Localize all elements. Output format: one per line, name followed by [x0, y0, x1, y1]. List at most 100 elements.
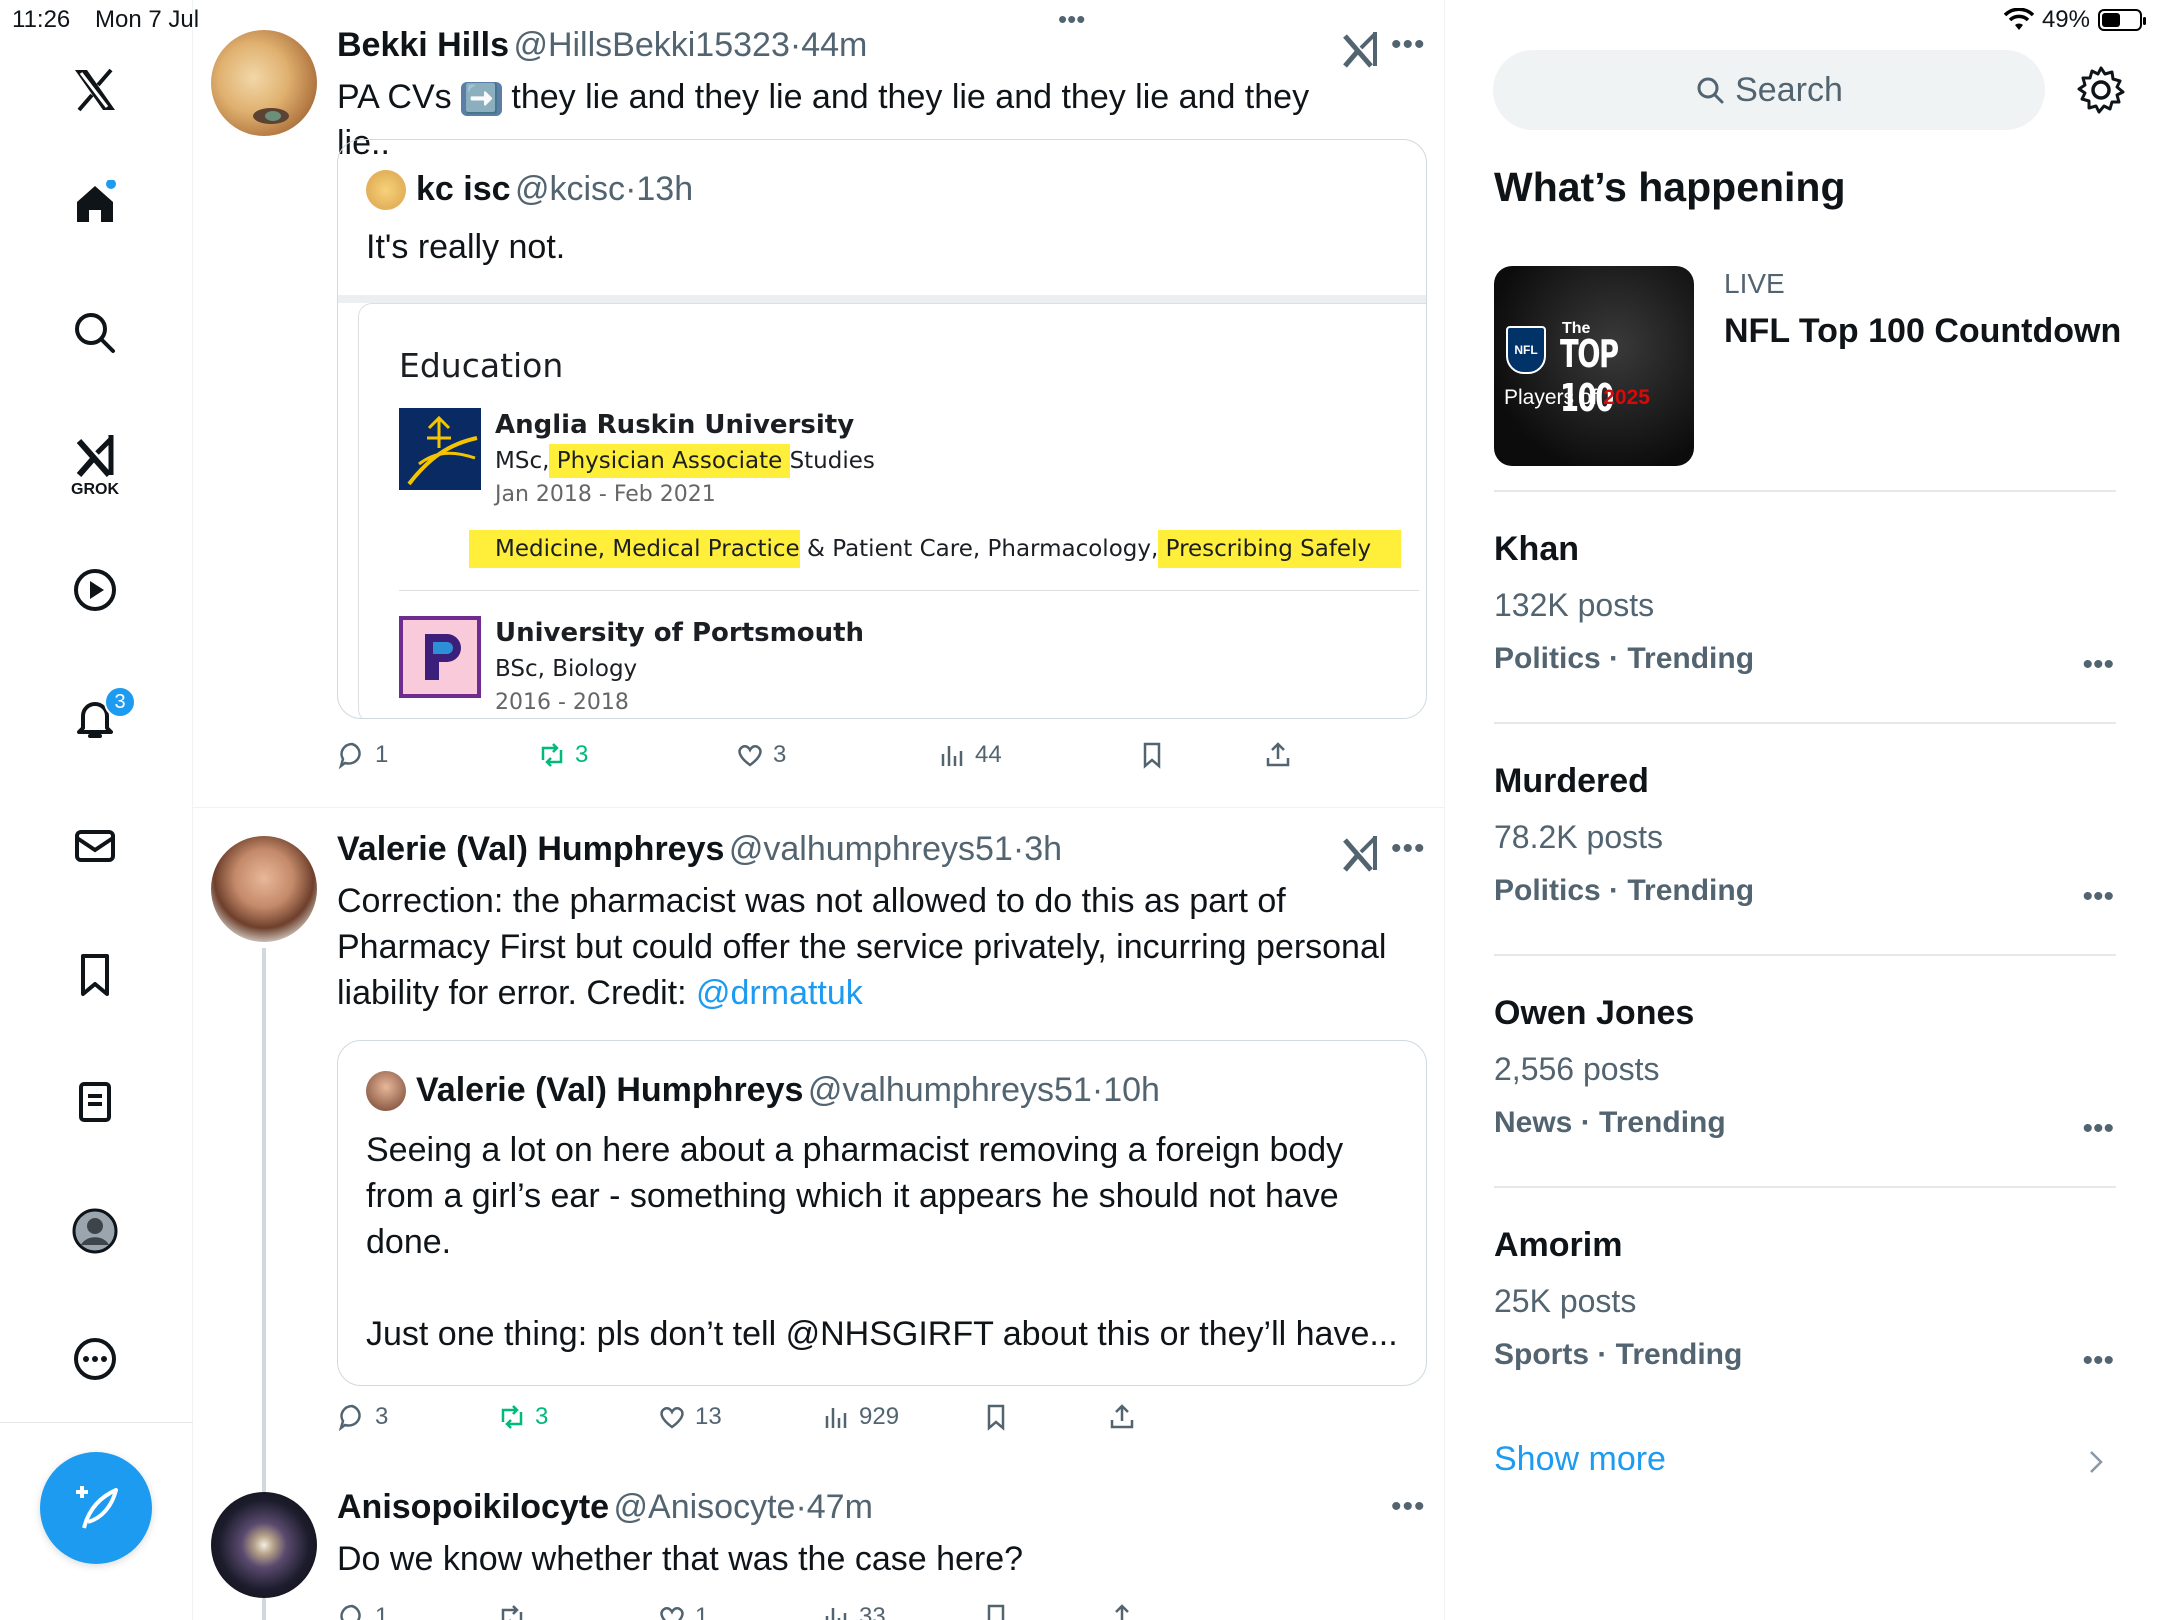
- highlight: Prescribing Safely: [1158, 530, 1402, 568]
- trend-name: Amorim: [1494, 1226, 1623, 1264]
- quoted-tweet[interactable]: kc isc @kcisc·13h It's really not. Educa…: [337, 139, 1427, 719]
- views-button[interactable]: 929: [821, 1402, 899, 1432]
- trend-more-icon[interactable]: •••: [2082, 648, 2114, 682]
- trend-name: Khan: [1494, 530, 1579, 568]
- grok-icon[interactable]: [1341, 28, 1381, 68]
- author-name[interactable]: Anisopoikilocyte: [337, 1488, 609, 1526]
- bookmark-icon: [987, 1604, 1005, 1620]
- bookmark-icon[interactable]: [67, 946, 123, 1002]
- author-name[interactable]: Valerie (Val) Humphreys: [337, 830, 724, 868]
- tweet-text: Correction: the pharmacist was not allow…: [337, 878, 1397, 1016]
- views-button[interactable]: 44: [937, 740, 1002, 770]
- grok-icon[interactable]: [1341, 832, 1381, 872]
- x-logo[interactable]: [67, 62, 123, 118]
- top-more-dots[interactable]: •••: [1058, 4, 1085, 35]
- live-event-image[interactable]: NFL The TOP 100 Players of 2025: [1494, 266, 1694, 466]
- trend-name: Owen Jones: [1494, 994, 1695, 1032]
- repost-count: 3: [575, 741, 589, 768]
- views-icon: [825, 1608, 847, 1620]
- anglia-ruskin-logo: [399, 408, 481, 490]
- author-handle[interactable]: @Anisocyte: [614, 1488, 796, 1526]
- home-icon[interactable]: [67, 176, 123, 232]
- author-handle[interactable]: @HillsBekki15323: [513, 26, 789, 64]
- trend-item[interactable]: Khan 132K posts Politics · Trending •••: [1494, 530, 2114, 681]
- nfl-shield: NFL: [1506, 326, 1546, 374]
- trend-item[interactable]: Murdered 78.2K posts Politics · Trending…: [1494, 762, 2114, 913]
- bookmark-button[interactable]: [1137, 740, 1167, 770]
- like-button[interactable]: 13: [657, 1402, 722, 1432]
- tweet-text-line: liability for error. Credit:: [337, 974, 696, 1012]
- author-handle[interactable]: @valhumphreys51: [729, 830, 1013, 868]
- bookmark-button[interactable]: [981, 1402, 1011, 1432]
- quote-author-name: Valerie (Val) Humphreys: [416, 1071, 804, 1109]
- trend-more-icon[interactable]: •••: [2082, 1344, 2114, 1378]
- quote-text-line: done.: [366, 1223, 452, 1261]
- repost-button[interactable]: 3: [497, 1402, 548, 1432]
- school-name: University of Portsmouth: [495, 618, 865, 648]
- reply-button[interactable]: 3: [337, 1402, 388, 1432]
- share-button[interactable]: [1107, 1602, 1137, 1620]
- trend-more-icon[interactable]: •••: [2082, 1112, 2114, 1146]
- degree: BSc, Biology: [495, 656, 638, 682]
- quote-text: Seeing a lot on here about a pharmacist …: [366, 1127, 1406, 1357]
- avatar[interactable]: [211, 836, 317, 942]
- notifications-badge: 3: [104, 686, 136, 718]
- quote-time: 10h: [1103, 1071, 1160, 1109]
- live-title[interactable]: NFL Top 100 Countdown: [1724, 312, 2121, 351]
- tweet-time[interactable]: 44m: [801, 26, 867, 64]
- search-placeholder: Search: [1735, 70, 1843, 109]
- reply-button[interactable]: 1: [337, 1602, 388, 1620]
- degree-text: MSc,: [495, 448, 550, 474]
- gear-icon[interactable]: [2075, 64, 2127, 116]
- like-button[interactable]: 1: [657, 1602, 708, 1620]
- like-count: 13: [695, 1403, 722, 1430]
- tweet-more-icon[interactable]: •••: [1391, 1490, 1426, 1524]
- tweet-more-icon[interactable]: •••: [1391, 832, 1426, 866]
- trend-name: Murdered: [1494, 762, 1649, 800]
- search-icon[interactable]: [67, 305, 123, 361]
- trend-item[interactable]: Owen Jones 2,556 posts News · Trending •…: [1494, 994, 2114, 1145]
- mention-link[interactable]: @drmattuk: [696, 974, 863, 1012]
- search-input[interactable]: Search: [1493, 50, 2045, 130]
- repost-button[interactable]: 3: [537, 740, 588, 770]
- share-button[interactable]: [1107, 1402, 1137, 1432]
- bookmark-button[interactable]: [981, 1602, 1011, 1620]
- quoted-tweet[interactable]: Valerie (Val) Humphreys @valhumphreys51·…: [337, 1040, 1427, 1386]
- mail-icon[interactable]: [67, 818, 123, 874]
- tweet-text: Do we know whether that was the case her…: [337, 1540, 1024, 1578]
- trend-more-icon[interactable]: •••: [2082, 880, 2114, 914]
- education-heading: Education: [399, 346, 564, 385]
- chevron-right-icon[interactable]: [2086, 1448, 2106, 1476]
- avatar[interactable]: [211, 30, 317, 136]
- like-button[interactable]: 3: [735, 740, 786, 770]
- quote-author-name: kc isc: [416, 170, 511, 208]
- trend-divider: [1494, 1186, 2116, 1188]
- compose-button[interactable]: [40, 1452, 152, 1564]
- author-name[interactable]: Bekki Hills: [337, 26, 509, 64]
- lists-icon[interactable]: [67, 1074, 123, 1130]
- tweet-actions: 1 3 3 44: [337, 740, 1337, 780]
- image-text: Players of: [1504, 386, 1598, 409]
- tweet-time[interactable]: 47m: [807, 1488, 873, 1526]
- avatar[interactable]: [211, 1492, 317, 1598]
- grok-icon[interactable]: GROK: [67, 425, 123, 505]
- tweet-text-line: Correction: the pharmacist was not allow…: [337, 882, 1286, 920]
- video-icon[interactable]: [67, 562, 123, 618]
- views-count: 44: [975, 741, 1002, 768]
- like-count: 3: [773, 741, 787, 768]
- trend-item[interactable]: Amorim 25K posts Sports · Trending •••: [1494, 1226, 2114, 1377]
- tweet-more-icon[interactable]: •••: [1391, 28, 1426, 62]
- repost-icon: [501, 1605, 523, 1620]
- profile-icon[interactable]: [67, 1203, 123, 1259]
- repost-button[interactable]: [497, 1602, 535, 1620]
- more-icon[interactable]: [67, 1331, 123, 1387]
- share-button[interactable]: [1263, 740, 1293, 770]
- timeline[interactable]: ••• Bekki Hills @HillsBekki15323·44m •••…: [193, 0, 1445, 1620]
- show-more-link[interactable]: Show more: [1494, 1440, 1666, 1479]
- tweet-time[interactable]: 3h: [1024, 830, 1062, 868]
- quote-text-line: Just one thing: pls don’t tell @NHSGIRFT…: [366, 1315, 1398, 1353]
- education-image[interactable]: Education Anglia Ruskin University MSc, …: [358, 303, 1426, 718]
- reply-button[interactable]: 1: [337, 740, 388, 770]
- views-button[interactable]: 33: [821, 1602, 886, 1620]
- trend-count: 2,556 posts: [1494, 1051, 1660, 1087]
